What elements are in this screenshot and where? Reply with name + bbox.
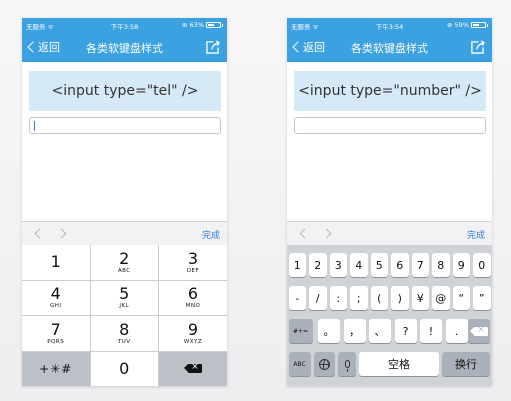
page-title: 各类软键盘样式 [86,42,163,55]
status-bar: 无服务 ᯤ 下午3:54 ⊛ 59% [287,18,492,32]
phone-screen-number: 无服务 ᯤ 下午3:54 ⊛ 59% 返回 各类软键盘样式 <input typ… [287,18,492,386]
battery-percent: ⊛ 63% [182,21,204,29]
keyboard-toolbar: 完成 [22,221,227,245]
previous-field-icon[interactable] [299,228,310,239]
key-symbol[interactable]: ( [370,286,388,310]
battery-status: ⊛ 63% [182,21,223,29]
done-button[interactable]: 完成 [202,228,220,241]
share-icon[interactable] [205,40,220,54]
globe-icon [319,358,330,370]
status-bar: 无服务 ᯤ 下午3:58 ⊛ 63% [22,18,227,32]
key-punctuation[interactable]: . [445,319,468,343]
header: 无服务 ᯤ 下午3:58 ⊛ 63% 返回 各类软键盘样式 [22,18,227,62]
key-8[interactable]: 8 TUV [90,316,158,351]
number-keyboard: 1234567890 -/:;()¥@“” #+=。，、?!. ABC 空格换行 [287,245,492,386]
key-5[interactable]: 5 JKL [90,280,158,315]
number-input[interactable] [294,117,486,134]
battery-icon [206,22,221,28]
key-symbol[interactable]: ¥ [411,286,429,310]
dictation-key[interactable] [338,352,356,376]
key-symbol[interactable]: ) [391,286,409,310]
key-7[interactable]: 7 PQRS [22,316,90,351]
key-symbol[interactable]: - [288,286,306,310]
microphone-icon [344,360,350,372]
delete-key[interactable] [468,319,490,343]
done-button[interactable]: 完成 [467,228,485,241]
key-symbol[interactable]: ; [350,286,368,310]
key-6[interactable]: 6 [391,253,409,277]
previous-field-icon[interactable] [34,228,45,239]
key-7[interactable]: 7 [411,253,429,277]
backspace-icon [470,325,488,336]
backspace-icon [184,362,202,374]
key-3[interactable]: 3 [329,253,347,277]
key-symbol[interactable]: “ [452,286,470,310]
battery-icon [471,22,486,28]
key-punctuation[interactable]: 、 [369,319,391,343]
key-4[interactable]: 4 GHI [22,280,90,315]
key-symbol[interactable]: / [309,286,327,310]
key-0[interactable]: 0 [473,253,491,277]
key-1[interactable]: 1 [288,253,306,277]
key-3[interactable]: 3 DEF [159,245,227,280]
key-6[interactable]: 6 MNO [159,280,227,315]
keyboard-toolbar: 完成 [287,221,492,245]
header: 无服务 ᯤ 下午3:54 ⊛ 59% 返回 各类软键盘样式 [287,18,492,62]
tel-keypad: 1 2 ABC 3 DEF 4 GHI 5 JKL 6 MNO 7 PQRS 8 TUV 9W… [22,245,227,386]
input-type-banner: <input type="tel" /> [29,71,221,111]
key-symbol[interactable]: @ [432,286,450,310]
next-field-icon[interactable] [56,228,67,239]
text-caret [34,121,35,131]
key-symbols[interactable]: +✳# [22,351,90,386]
key-0[interactable]: 0 [90,351,158,386]
key-5[interactable]: 5 [370,253,388,277]
key-punctuation[interactable]: ， [343,319,366,343]
return-key[interactable]: 换行 [442,352,490,376]
share-icon[interactable] [470,40,485,54]
key-symbol[interactable]: ” [473,286,491,310]
space-key[interactable]: 空格 [359,352,439,376]
key-symbol[interactable]: : [329,286,347,310]
key-punctuation[interactable]: ? [394,319,417,343]
key-punctuation[interactable]: 。 [318,319,340,343]
delete-key[interactable] [159,351,227,386]
key-9[interactable]: 9 WXYZ [159,316,227,351]
nav-bar: 返回 各类软键盘样式 [287,32,492,62]
page-title: 各类软键盘样式 [351,42,428,55]
key-2[interactable]: 2 [309,253,327,277]
key-4[interactable]: 4 [350,253,368,277]
language-switch-key[interactable] [314,352,335,376]
key-9[interactable]: 9 [452,253,470,277]
nav-bar: 返回 各类软键盘样式 [22,32,227,62]
key-2[interactable]: 2 ABC [90,245,158,280]
battery-status: ⊛ 59% [447,21,488,29]
more-symbols-key[interactable]: #+= [288,319,313,343]
key-punctuation[interactable]: ! [420,319,442,343]
input-type-banner: <input type="number" /> [294,71,486,111]
key-1[interactable]: 1 [22,245,90,280]
key-8[interactable]: 8 [432,253,450,277]
battery-percent: ⊛ 59% [447,21,469,29]
abc-key[interactable]: ABC [288,352,311,376]
tel-input[interactable] [29,117,221,134]
phone-screen-tel: 无服务 ᯤ 下午3:58 ⊛ 63% 返回 各类软键盘样式 <input typ… [22,18,227,386]
next-field-icon[interactable] [321,228,332,239]
